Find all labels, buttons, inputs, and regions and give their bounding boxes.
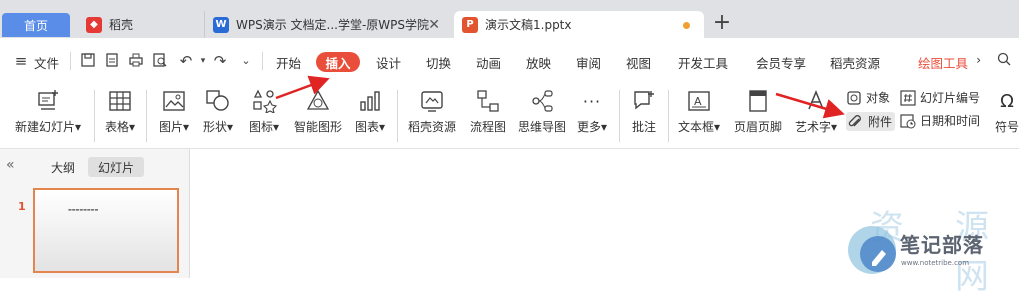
arrow-to-attachment — [775, 92, 845, 119]
watermark-logo-icon — [848, 226, 896, 274]
watermark-url: www.notetribe.com — [901, 259, 970, 267]
arrow-to-insert — [275, 75, 330, 100]
watermark-title: 笔记部落 — [900, 233, 984, 257]
